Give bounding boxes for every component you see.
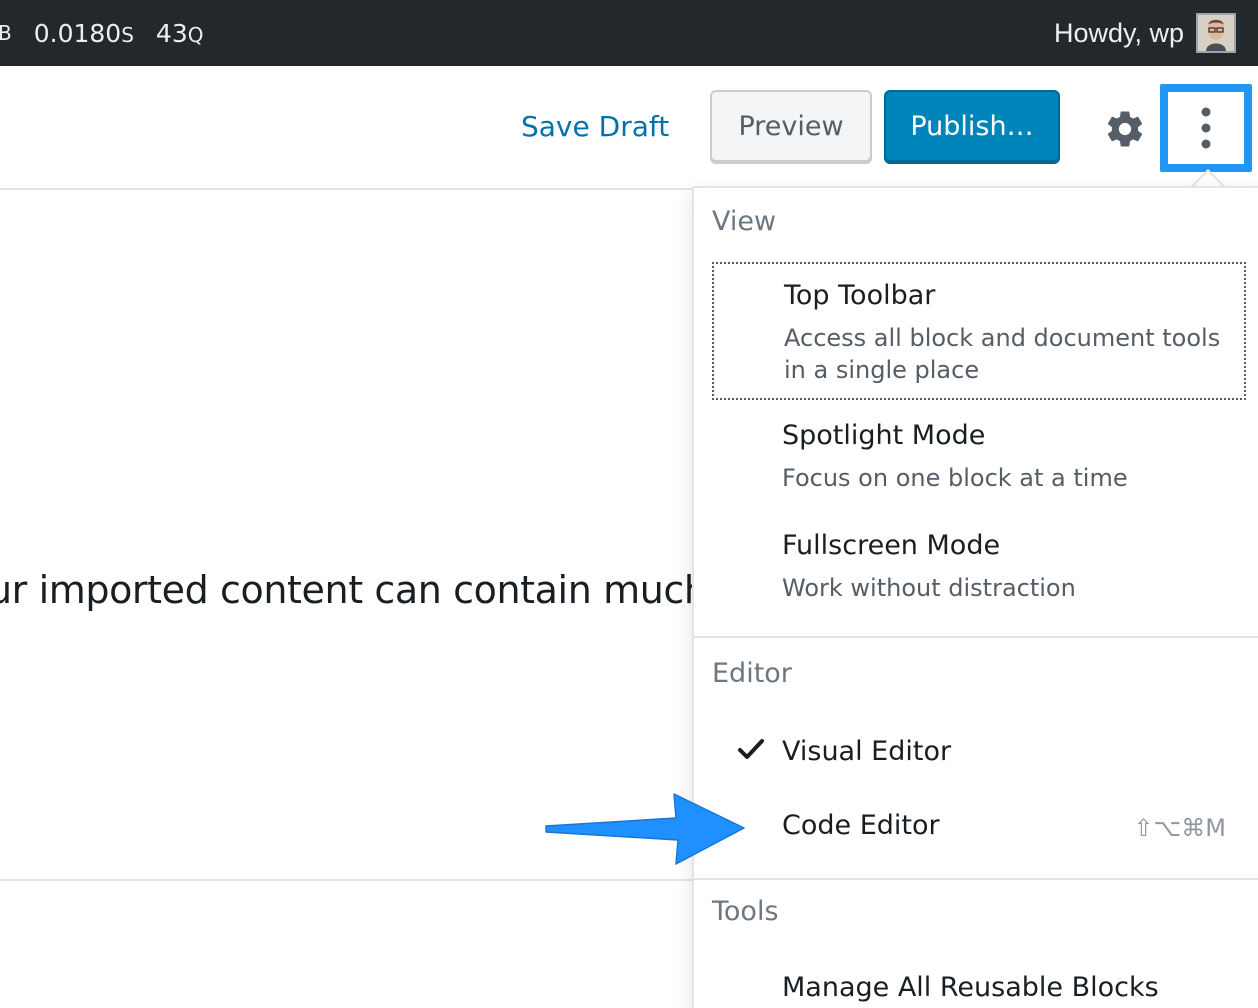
preview-button[interactable]: Preview (710, 90, 872, 162)
menu-item-description: Focus on one block at a time (782, 464, 1128, 492)
checkmark-icon (738, 739, 764, 759)
gear-icon (1107, 111, 1143, 147)
menu-item-code-editor[interactable]: Code Editor ⇧⌥⌘M (712, 798, 1246, 858)
more-tools-button[interactable] (1160, 84, 1252, 172)
menu-separator (694, 878, 1258, 880)
menu-item-visual-editor[interactable]: Visual Editor (712, 724, 1246, 784)
tools-group-label: Tools (712, 896, 779, 927)
settings-button[interactable] (1100, 104, 1150, 154)
user-avatar[interactable] (1196, 13, 1236, 53)
menu-item-title: Manage All Reusable Blocks (782, 972, 1159, 1003)
keyboard-shortcut: ⇧⌥⌘M (1133, 814, 1226, 842)
menu-item-title: Top Toolbar (784, 280, 936, 311)
more-vertical-icon (1201, 107, 1211, 149)
menu-separator (694, 636, 1258, 638)
admin-bar: B 0.0180S 43Q Howdy, wp (0, 0, 1258, 66)
menu-item-manage-reusable-blocks[interactable]: Manage All Reusable Blocks (712, 962, 1246, 1008)
menu-item-title: Visual Editor (782, 736, 952, 767)
menu-item-description: Work without distraction (782, 574, 1076, 602)
content-divider (0, 879, 700, 881)
view-group-label: View (712, 206, 777, 237)
editor-header: Save Draft Preview Publish… (0, 66, 1258, 190)
query-count-stat[interactable]: 43Q (156, 19, 204, 48)
debug-stats: B 0.0180S 43Q (0, 0, 225, 66)
menu-item-title: Spotlight Mode (782, 420, 986, 451)
menu-item-description: Access all block and document tools in a… (784, 324, 1221, 384)
menu-item-spotlight-mode[interactable]: Spotlight Mode Focus on one block at a t… (712, 414, 1246, 504)
more-tools-menu: View Top Toolbar Access all block and do… (692, 186, 1258, 1008)
editor-group-label: Editor (712, 658, 792, 689)
stat-fragment: B (0, 21, 12, 45)
menu-item-title: Fullscreen Mode (782, 530, 1001, 561)
save-draft-button[interactable]: Save Draft (521, 110, 669, 143)
menu-item-top-toolbar[interactable]: Top Toolbar Access all block and documen… (712, 262, 1246, 400)
howdy-user-link[interactable]: Howdy, wp (1054, 0, 1184, 66)
menu-item-fullscreen-mode[interactable]: Fullscreen Mode Work without distraction (712, 524, 1246, 614)
menu-item-title: Code Editor (782, 810, 940, 841)
blue-arrow-annotation (545, 793, 745, 865)
page-time-stat[interactable]: 0.0180S (34, 19, 134, 48)
publish-button[interactable]: Publish… (884, 90, 1060, 162)
